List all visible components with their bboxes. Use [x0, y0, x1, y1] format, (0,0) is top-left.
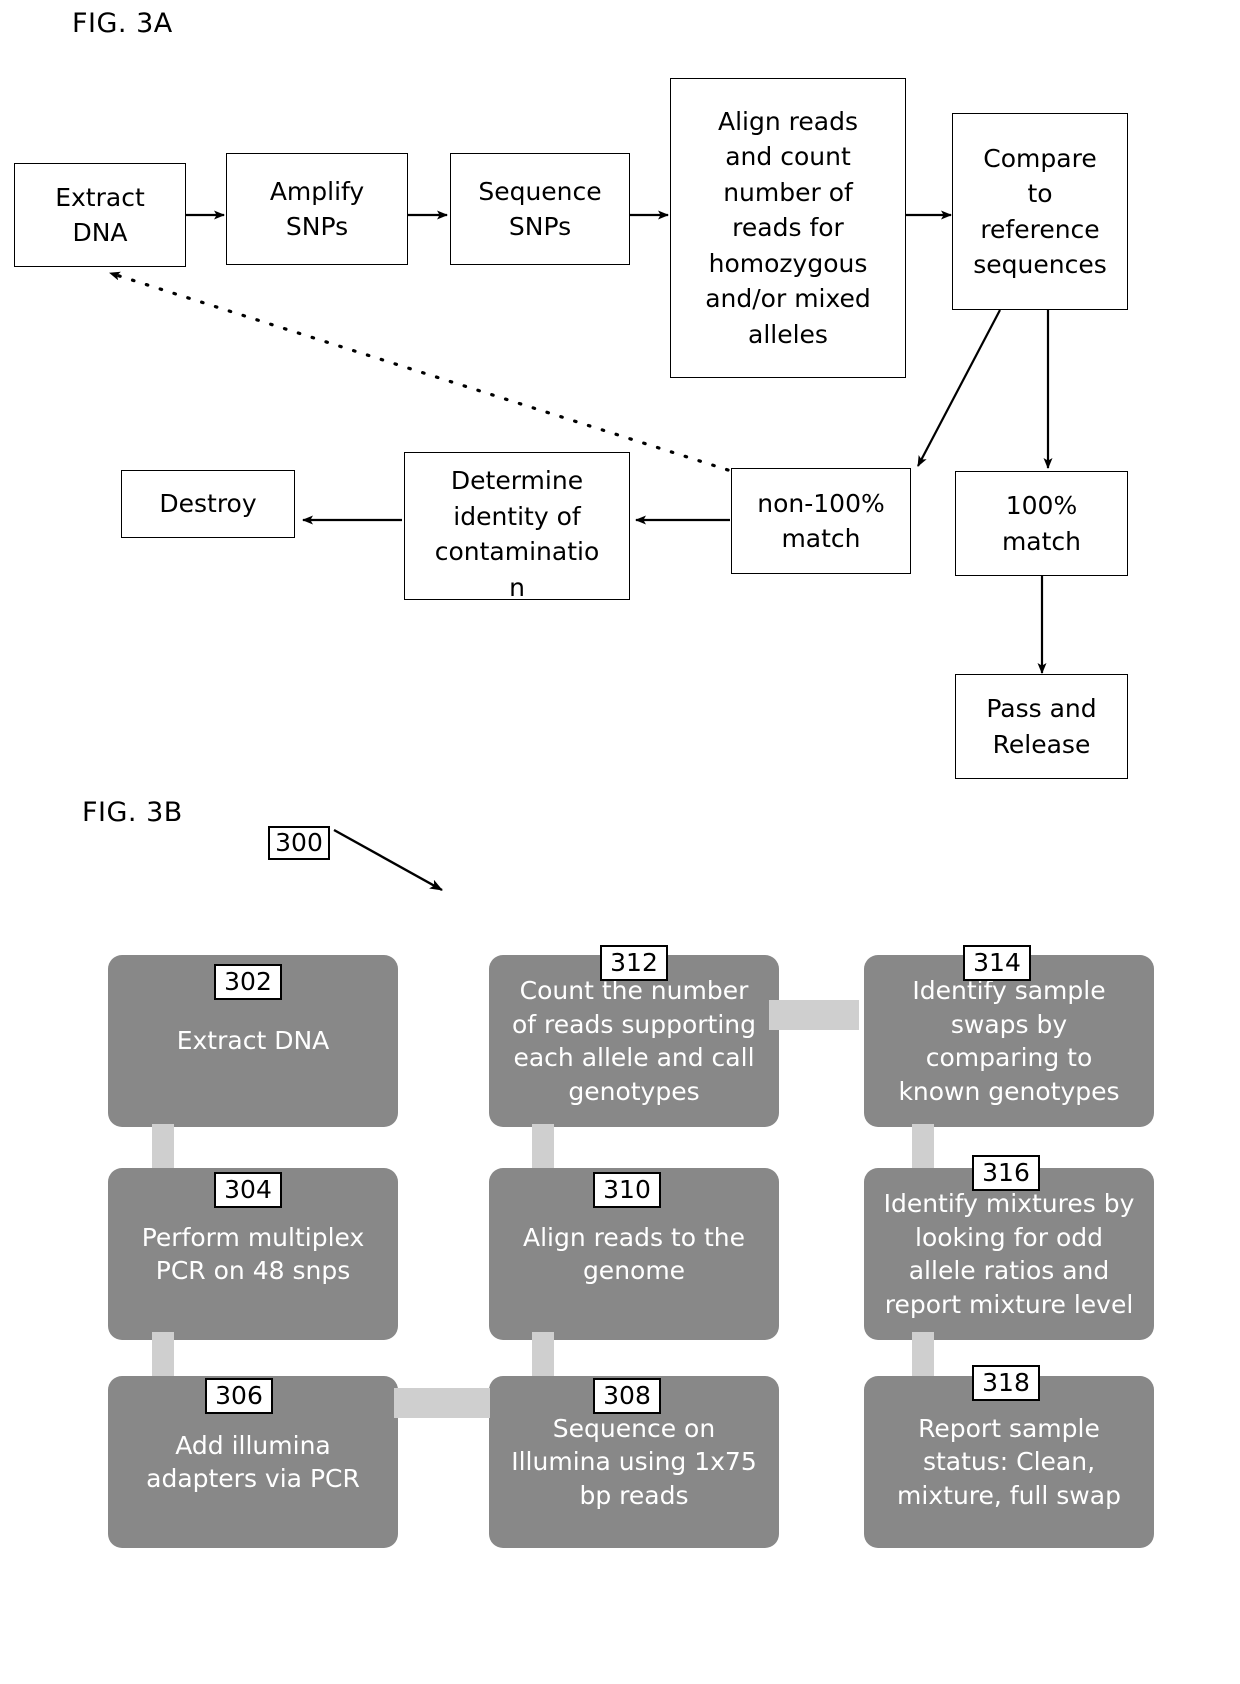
ref-tag-312: 312: [600, 945, 668, 981]
process-box-label: Add illumina adapters via PCR: [146, 1430, 360, 1494]
flow-box-destroy: Destroy: [121, 470, 295, 538]
ref-tag-318: 318: [972, 1365, 1040, 1401]
flow-box-non-100-match: non-100% match: [731, 468, 911, 574]
flow-box-100-match: 100% match: [955, 471, 1128, 576]
connector-312-to-314: [769, 1000, 859, 1030]
ref-tag-316: 316: [972, 1155, 1040, 1191]
ref-tag-306: 306: [205, 1378, 273, 1414]
flow-box-label: 100% match: [1001, 491, 1082, 556]
process-box-label: Extract DNA: [176, 1026, 330, 1056]
flow-box-label: Extract DNA: [55, 182, 145, 248]
flow-box-label: Pass and Release: [986, 694, 1097, 759]
process-box-label: Perform multiplex PCR on 48 snps: [141, 1222, 365, 1286]
flow-box-label: Sequence SNPs: [478, 176, 602, 242]
ref-tag-300: 300: [268, 826, 330, 860]
flow-box-align-reads: Align reads and count number of reads for ho…: [670, 78, 906, 378]
process-box-label: Sequence on Illumina using 1x75 bp reads: [511, 1413, 757, 1510]
connector-310-to-312: [532, 1124, 554, 1168]
flow-box-compare-to-reference: Compare to reference sequences: [952, 113, 1128, 310]
flow-box-label: Determine identity of contaminatio n: [434, 466, 600, 602]
flow-box-label: Compare to reference sequences: [973, 143, 1107, 280]
process-box-label: Report sample status: Clean, mixture, full…: [897, 1413, 1121, 1510]
ref-tag-310: 310: [593, 1172, 661, 1208]
process-box-318: Report sample status: Clean, mixture, full…: [864, 1376, 1154, 1548]
connector-316-to-318: [912, 1332, 934, 1376]
ref-tag-308: 308: [593, 1378, 661, 1414]
process-box-label: Identify mixtures by looking for odd allel…: [883, 1189, 1135, 1319]
flow-box-sequence-snps: Sequence SNPs: [450, 153, 630, 265]
ref-tag-302: 302: [214, 964, 282, 1000]
flow-box-label: non-100% match: [757, 488, 885, 554]
flow-box-label: Align reads and count number of reads for ho…: [705, 106, 871, 349]
fig-3a-caption: FIG. 3A: [72, 8, 173, 39]
process-box-label: Count the number of reads supporting each …: [512, 976, 756, 1106]
process-box-label: Align reads to the genome: [523, 1222, 745, 1286]
flow-box-pass-and-release: Pass and Release: [955, 674, 1128, 779]
flow-box-label: Destroy: [159, 489, 257, 519]
flow-box-amplify-snps: Amplify SNPs: [226, 153, 408, 265]
flow-box-label: Amplify SNPs: [269, 176, 365, 242]
connector-314-to-316: [912, 1124, 934, 1168]
flow-box-extract-dna: Extract DNA: [14, 163, 186, 267]
connector-308-to-310: [532, 1332, 554, 1376]
connector-304-to-306: [152, 1332, 174, 1376]
connector-306-to-308: [394, 1388, 490, 1418]
fig-3b-caption: FIG. 3B: [82, 797, 183, 828]
flow-box-determine-identity-of-contamination: Determine identity of contaminatio n: [404, 452, 630, 602]
process-box-label: Identify sample swaps by comparing to known…: [898, 976, 1120, 1106]
process-box-316: Identify mixtures by looking for odd allel…: [864, 1168, 1154, 1340]
ref-tag-314: 314: [963, 945, 1031, 981]
connector-302-to-304: [152, 1124, 174, 1168]
ref-tag-304: 304: [214, 1172, 282, 1208]
